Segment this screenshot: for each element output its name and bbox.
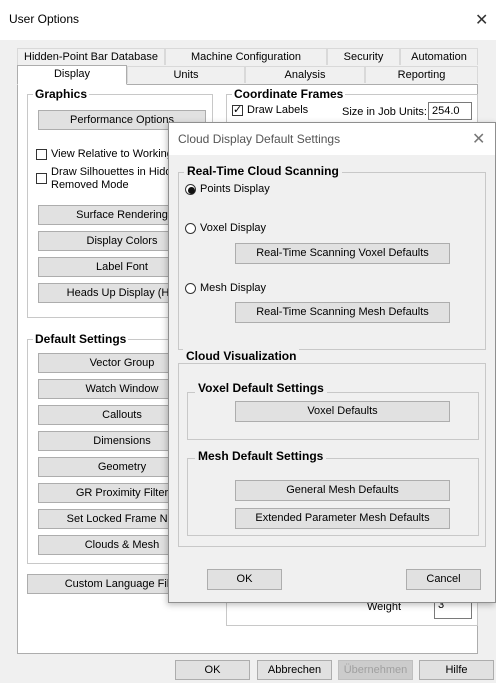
voxel-display-label: Voxel Display xyxy=(200,222,267,234)
mesh-display-radio[interactable] xyxy=(185,283,196,294)
dialog-ok-button[interactable]: OK xyxy=(207,569,282,590)
tab-automation[interactable]: Automation xyxy=(400,48,478,65)
draw-silhouettes-label-line2: Removed Mode xyxy=(51,179,129,191)
uebernehmen-button[interactable]: Übernehmen xyxy=(338,660,413,680)
checkmark-icon: ✓ xyxy=(233,104,243,116)
voxel-display-radio[interactable] xyxy=(185,223,196,234)
realtime-voxel-defaults-button[interactable]: Real-Time Scanning Voxel Defaults xyxy=(235,243,450,264)
tab-units[interactable]: Units xyxy=(127,66,245,83)
abbrechen-button[interactable]: Abbrechen xyxy=(257,660,332,680)
tab-analysis[interactable]: Analysis xyxy=(245,66,365,83)
mesh-default-settings-label: Mesh Default Settings xyxy=(195,449,327,463)
ok-button[interactable]: OK xyxy=(175,660,250,680)
coordinate-frames-label: Coordinate Frames xyxy=(232,87,346,101)
cloud-visualization-label: Cloud Visualization xyxy=(183,349,300,363)
view-relative-label: View Relative to Working xyxy=(51,148,173,160)
graphics-group-label: Graphics xyxy=(33,87,90,101)
default-settings-label: Default Settings xyxy=(33,332,129,346)
dialog-cancel-button[interactable]: Cancel xyxy=(406,569,481,590)
tab-display[interactable]: Display xyxy=(17,65,127,85)
close-icon[interactable]: ✕ xyxy=(475,10,488,30)
draw-silhouettes-checkbox[interactable] xyxy=(36,173,47,184)
dialog-close-icon[interactable]: ✕ xyxy=(472,129,485,149)
realtime-mesh-defaults-button[interactable]: Real-Time Scanning Mesh Defaults xyxy=(235,302,450,323)
draw-silhouettes-label-line1: Draw Silhouettes in Hidd xyxy=(51,166,172,178)
points-display-label: Points Display xyxy=(200,183,270,195)
view-relative-checkbox[interactable] xyxy=(36,149,47,160)
tab-machine-configuration[interactable]: Machine Configuration xyxy=(165,48,327,65)
draw-labels-label: Draw Labels xyxy=(247,104,309,116)
mesh-display-label: Mesh Display xyxy=(200,282,267,294)
size-in-job-units-input[interactable]: 254.0 xyxy=(428,102,472,120)
dialog-title: Cloud Display Default Settings xyxy=(178,132,341,146)
general-mesh-defaults-button[interactable]: General Mesh Defaults xyxy=(235,480,450,501)
voxel-default-settings-label: Voxel Default Settings xyxy=(195,381,327,395)
tab-reporting[interactable]: Reporting xyxy=(365,66,478,83)
realtime-scanning-label: Real-Time Cloud Scanning xyxy=(184,164,342,178)
voxel-defaults-button[interactable]: Voxel Defaults xyxy=(235,401,450,422)
window-title: User Options xyxy=(9,12,80,26)
hilfe-button[interactable]: Hilfe xyxy=(419,660,494,680)
draw-labels-checkbox[interactable]: ✓ xyxy=(232,104,243,116)
extended-mesh-defaults-button[interactable]: Extended Parameter Mesh Defaults xyxy=(235,508,450,529)
cloud-display-dialog: Cloud Display Default Settings ✕ Real-Ti… xyxy=(168,122,496,603)
tab-hidden-point-bar-database[interactable]: Hidden-Point Bar Database xyxy=(17,48,165,65)
size-in-job-units-label: Size in Job Units: xyxy=(342,106,427,118)
points-display-radio[interactable] xyxy=(185,184,196,195)
tab-security[interactable]: Security xyxy=(327,48,400,65)
